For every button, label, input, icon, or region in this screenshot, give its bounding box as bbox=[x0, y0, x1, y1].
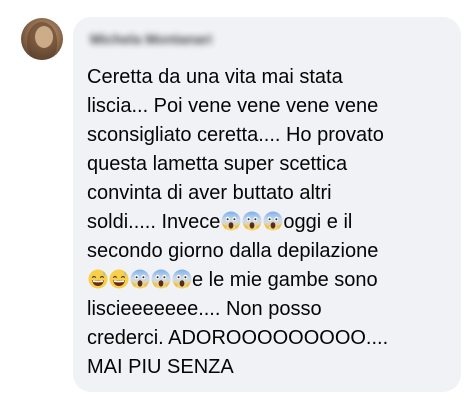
comment-bubble: Michela Montanari Ceretta da una vita ma… bbox=[73, 17, 461, 392]
face-screaming-in-fear-emoji bbox=[221, 211, 241, 231]
comment-text-segment: MAI PIU SENZA bbox=[87, 356, 234, 378]
avatar[interactable] bbox=[21, 18, 63, 60]
face-screaming-in-fear-emoji bbox=[263, 211, 283, 231]
comment-text: Ceretta da una vita mai stata liscia... P… bbox=[87, 63, 449, 382]
comment-text-segment: sconsigliato ceretta.... Ho provato bbox=[87, 124, 384, 146]
face-screaming-in-fear-emoji bbox=[242, 211, 262, 231]
face-screaming-in-fear-emoji bbox=[151, 269, 171, 289]
comment-text-segment: oggi e il bbox=[283, 211, 353, 233]
grinning-face-with-sweat-emoji bbox=[109, 269, 129, 289]
comment-text-segment: liscia... Poi vene vene vene vene bbox=[87, 95, 379, 117]
comment-text-segment: secondo giorno dalla depilazione bbox=[87, 240, 379, 262]
comment-text-segment: liscieeeeeee.... Non posso bbox=[87, 298, 322, 320]
grinning-face-with-sweat-emoji bbox=[88, 269, 108, 289]
comment-text-segment: soldi..... Invece bbox=[87, 211, 221, 233]
comment-author-name[interactable]: Michela Montanari bbox=[90, 30, 212, 48]
comment-text-segment: Ceretta da una vita mai stata bbox=[87, 66, 343, 88]
comment-text-segment: e le mie gambe sono bbox=[192, 269, 378, 291]
face-screaming-in-fear-emoji bbox=[172, 269, 192, 289]
comment-text-segment: questa lametta super scettica bbox=[87, 153, 348, 175]
comment-text-segment: convinta di aver buttato altri bbox=[87, 182, 332, 204]
comment-text-segment: crederci. ADOROOOOOOOOO.... bbox=[87, 327, 389, 349]
face-screaming-in-fear-emoji bbox=[130, 269, 150, 289]
comment-row: Michela Montanari Ceretta da una vita ma… bbox=[0, 0, 470, 406]
